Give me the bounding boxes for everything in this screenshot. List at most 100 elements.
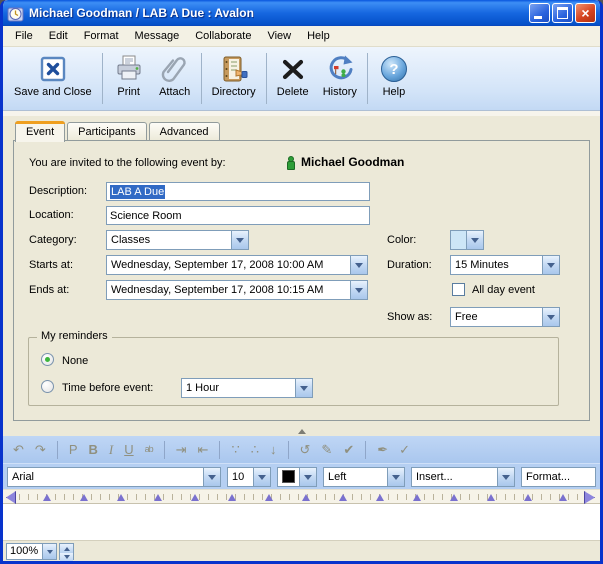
toolbar-separator — [164, 441, 165, 459]
reminder-none-radio[interactable] — [41, 353, 54, 366]
invite-text: You are invited to the following event b… — [29, 157, 226, 169]
toolbar-separator — [288, 441, 289, 459]
ends-at-select[interactable]: Wednesday, September 17, 2008 10:15 AM — [106, 280, 368, 300]
location-value: Science Room — [110, 210, 182, 222]
zoom-control: 100% — [6, 543, 74, 560]
menu-collaborate[interactable]: Collaborate — [189, 28, 257, 44]
close-button[interactable] — [575, 3, 596, 23]
category-label: Category: — [29, 234, 77, 246]
chevron-down-icon — [203, 468, 220, 486]
italic-icon[interactable]: I — [109, 443, 113, 456]
menu-message[interactable]: Message — [129, 28, 186, 44]
all-day-checkbox[interactable] — [452, 283, 465, 296]
directory-button[interactable]: Directory — [205, 50, 263, 100]
format-value: Format... — [522, 468, 595, 486]
duration-select[interactable]: 15 Minutes — [450, 255, 560, 275]
move-down-icon[interactable]: ↓ — [270, 443, 277, 456]
toolbar-separator — [102, 53, 103, 104]
chevron-down-icon — [497, 468, 514, 486]
attach-button[interactable]: Attach — [152, 50, 198, 100]
tab-participants[interactable]: Participants — [67, 122, 146, 141]
toolbar-separator — [367, 53, 368, 104]
zoom-value[interactable]: 100% — [6, 543, 42, 560]
save-and-close-button[interactable]: Save and Close — [7, 50, 99, 100]
toolbar-separator — [365, 441, 366, 459]
menu-file[interactable]: File — [9, 28, 39, 44]
category-select[interactable]: Classes — [106, 230, 249, 250]
font-toolbar: Arial 10 Left Insert... Format... — [3, 463, 600, 489]
font-family-value: Arial — [8, 468, 203, 486]
application-window: Michael Goodman / LAB A Due : Avalon Fil… — [0, 0, 603, 564]
signature-icon[interactable]: ✒ — [377, 443, 388, 456]
spin-down-icon[interactable] — [60, 553, 73, 562]
indent-increase-icon[interactable]: ⇥ — [176, 443, 187, 456]
reminder-time-select[interactable]: 1 Hour — [181, 378, 313, 398]
revert-icon[interactable]: ↺ — [300, 443, 311, 456]
message-body[interactable] — [3, 508, 600, 540]
maximize-button[interactable] — [552, 3, 573, 23]
format-select[interactable]: Format... — [521, 467, 596, 487]
chevron-down-icon — [350, 256, 367, 274]
all-day-label: All day event — [472, 284, 535, 296]
starts-at-select[interactable]: Wednesday, September 17, 2008 10:00 AM — [106, 255, 368, 275]
spin-up-icon[interactable] — [60, 544, 73, 553]
toolbar-button-label: Save and Close — [14, 86, 92, 98]
menu-format[interactable]: Format — [78, 28, 125, 44]
spellcheck-icon[interactable]: ✓ — [399, 443, 410, 456]
zoom-dropdown-icon[interactable] — [42, 543, 57, 560]
bold-icon[interactable]: B — [88, 443, 97, 456]
undo-icon[interactable]: ↶ — [13, 443, 24, 456]
align-select[interactable]: Left — [323, 467, 405, 487]
reminder-time-radio[interactable] — [41, 380, 54, 393]
paragraph-spacing-icon[interactable]: ∵ — [231, 443, 239, 456]
tab-strip: Event Participants Advanced — [3, 116, 600, 140]
status-bar: 100% — [3, 540, 600, 561]
zoom-spinner[interactable] — [59, 543, 74, 560]
description-row: Description: LAB A Due — [14, 181, 589, 203]
fixed-size-icon[interactable]: ab — [145, 445, 153, 454]
line-spacing-icon[interactable]: ∴ — [251, 443, 259, 456]
font-size-select[interactable]: 10 — [227, 467, 271, 487]
ends-at-label: Ends at: — [29, 284, 69, 296]
save-close-icon — [37, 53, 69, 85]
plain-style-icon[interactable]: P — [69, 443, 78, 456]
format-toolbar: ↶ ↷ P B I U ab ⇥ ⇤ ∵ ∴ ↓ ↺ ✎ ✔ ✒ ✓ — [3, 436, 600, 463]
location-input[interactable]: Science Room — [106, 206, 370, 225]
minimize-button[interactable] — [529, 3, 550, 23]
approve-icon[interactable]: ✔ — [343, 443, 354, 456]
print-button[interactable]: Print — [106, 50, 152, 100]
tab-advanced[interactable]: Advanced — [149, 122, 220, 141]
chevron-down-icon — [542, 308, 559, 326]
history-button[interactable]: History — [316, 50, 364, 100]
menu-view[interactable]: View — [261, 28, 297, 44]
description-input[interactable]: LAB A Due — [106, 182, 370, 201]
title-bar[interactable]: Michael Goodman / LAB A Due : Avalon — [3, 0, 600, 26]
tab-event[interactable]: Event — [15, 121, 65, 142]
redo-icon[interactable]: ↷ — [35, 443, 46, 456]
menu-help[interactable]: Help — [301, 28, 336, 44]
color-select[interactable] — [450, 230, 484, 250]
show-as-select[interactable]: Free — [450, 307, 560, 327]
font-family-select[interactable]: Arial — [7, 467, 221, 487]
insert-select[interactable]: Insert... — [411, 467, 515, 487]
description-label: Description: — [29, 185, 87, 197]
toolbar-button-label: Delete — [277, 86, 309, 98]
underline-icon[interactable]: U — [124, 443, 133, 456]
ruler[interactable] — [3, 489, 600, 504]
my-reminders-legend: My reminders — [37, 330, 112, 342]
pane-splitter[interactable] — [3, 426, 600, 436]
indent-decrease-icon[interactable]: ⇤ — [198, 443, 209, 456]
help-button[interactable]: Help — [371, 50, 417, 100]
reminder-time-value: 1 Hour — [182, 379, 295, 397]
font-color-select[interactable] — [277, 467, 317, 487]
description-value: LAB A Due — [110, 185, 165, 199]
left-margin-marker[interactable] — [6, 491, 16, 504]
right-margin-marker[interactable] — [584, 491, 595, 504]
my-reminders-group: My reminders None Time before event: 1 H… — [28, 337, 559, 406]
delete-button[interactable]: Delete — [270, 50, 316, 100]
toolbar-button-label: Attach — [159, 86, 190, 98]
menu-edit[interactable]: Edit — [43, 28, 74, 44]
pen-icon[interactable]: ✎ — [321, 443, 332, 456]
chevron-down-icon — [466, 231, 483, 249]
location-label: Location: — [29, 209, 74, 221]
